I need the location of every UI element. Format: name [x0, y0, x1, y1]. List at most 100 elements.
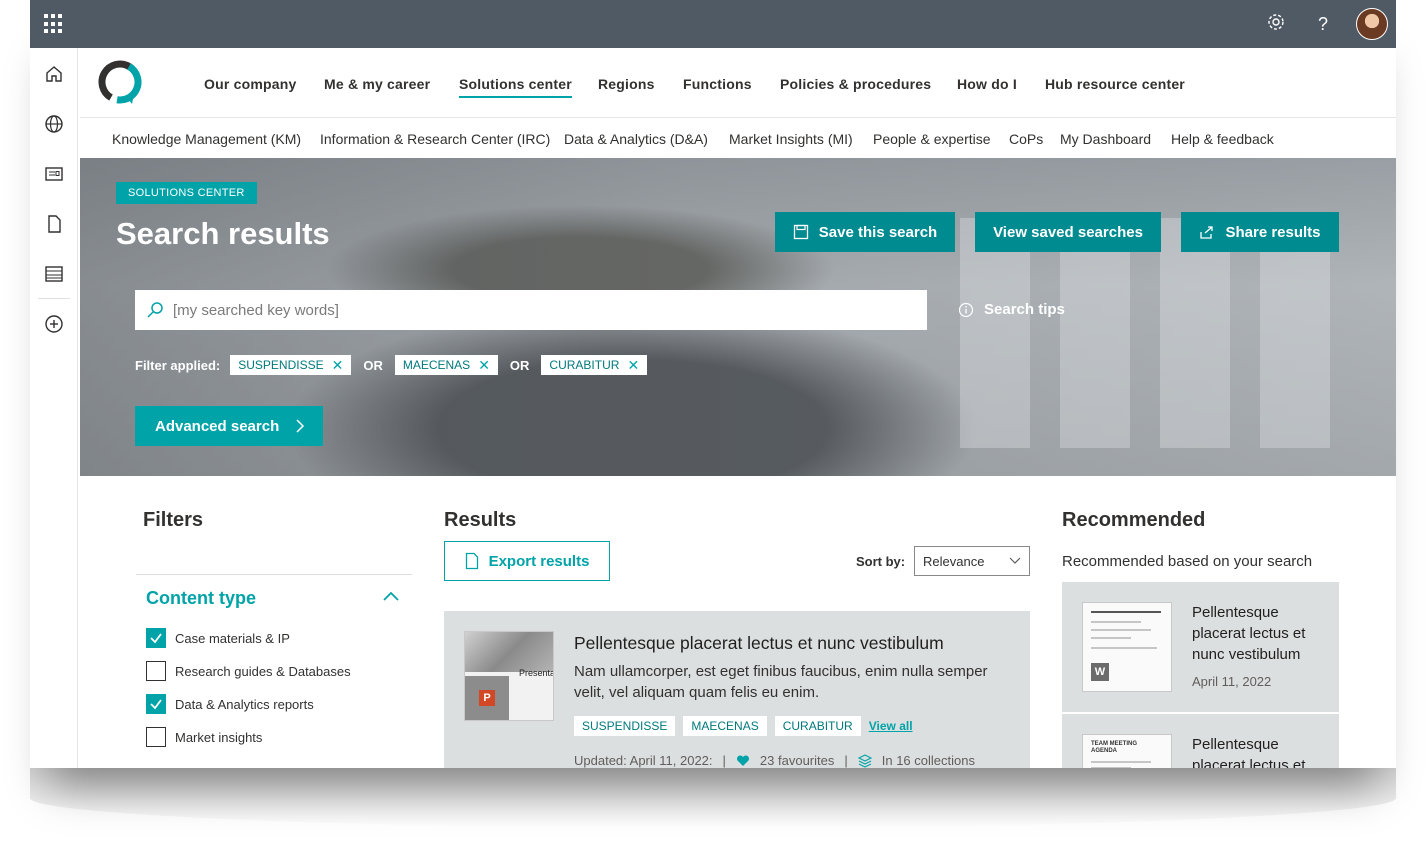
collections-icon[interactable]	[857, 753, 872, 768]
info-icon	[958, 302, 974, 317]
meta-separator: |	[722, 753, 726, 768]
news-icon[interactable]	[44, 164, 64, 184]
close-icon[interactable]: ✕	[332, 358, 344, 372]
tag[interactable]: MAECENAS	[683, 716, 767, 736]
filter-option[interactable]: Case materials & IP	[146, 628, 290, 648]
recommended-card[interactable]: W Pellentesque placerat lectus et nunc v…	[1062, 582, 1339, 712]
result-tags: SUSPENDISSE MAECENAS CURABITUR View all	[574, 716, 913, 736]
save-search-button[interactable]: Save this search	[775, 212, 955, 252]
chip-label: CURABITUR	[549, 358, 620, 372]
close-icon[interactable]: ✕	[478, 358, 490, 372]
hubnav-item-policies[interactable]: Policies & procedures	[780, 76, 931, 92]
recommended-title[interactable]: Pellentesque placerat lectus et nunc ves…	[1192, 602, 1332, 665]
globe-icon[interactable]	[44, 114, 64, 134]
filter-option-label: Case materials & IP	[175, 630, 290, 646]
filter-option[interactable]: Data & Analytics reports	[146, 694, 314, 714]
subnav-item-km[interactable]: Knowledge Management (KM)	[112, 131, 301, 147]
section-badge: SOLUTIONS CENTER	[116, 182, 257, 204]
subnav-item-help[interactable]: Help & feedback	[1171, 131, 1274, 147]
hubnav-item-hub-resource-center[interactable]: Hub resource center	[1045, 76, 1185, 92]
hero-banner: SOLUTIONS CENTER Search results Save thi…	[80, 158, 1396, 476]
logo[interactable]	[96, 58, 144, 106]
hubnav-item-our-company[interactable]: Our company	[204, 76, 296, 92]
divider	[136, 574, 412, 575]
hubnav-item-how-do-i[interactable]: How do I	[957, 76, 1017, 92]
recommended-title[interactable]: Pellentesque placerat lectus et	[1192, 734, 1332, 768]
subnav-item-da[interactable]: Data & Analytics (D&A)	[564, 131, 708, 147]
share-icon	[1200, 226, 1214, 239]
checkbox[interactable]	[146, 628, 166, 648]
close-icon[interactable]: ✕	[627, 358, 639, 372]
meta-separator: |	[844, 753, 848, 768]
app-window: ? Our company Me & my career Solutions c…	[30, 0, 1396, 768]
advanced-search-label: Advanced search	[155, 417, 280, 435]
hubnav-item-me-my-career[interactable]: Me & my career	[324, 76, 430, 92]
chevron-down-icon	[1009, 557, 1021, 564]
filter-chip[interactable]: MAECENAS ✕	[394, 355, 498, 375]
view-saved-searches-button[interactable]: View saved searches	[975, 212, 1161, 252]
subnav-item-irc[interactable]: Information & Research Center (IRC)	[320, 131, 550, 147]
add-icon[interactable]	[44, 314, 64, 334]
filter-chip[interactable]: CURABITUR ✕	[541, 355, 648, 375]
app-launcher-icon[interactable]	[44, 14, 64, 34]
tag[interactable]: CURABITUR	[774, 716, 861, 736]
word-icon: W	[1091, 663, 1109, 681]
hubnav-item-solutions-center[interactable]: Solutions center	[459, 76, 572, 98]
result-card[interactable]: P Presenta Pellentesque placerat lectus …	[444, 611, 1030, 768]
view-all-link[interactable]: View all	[869, 719, 913, 733]
search-tips-link[interactable]: Search tips	[958, 301, 1065, 318]
view-saved-label: View saved searches	[993, 223, 1143, 241]
hub-navigation: Our company Me & my career Solutions cen…	[80, 48, 1396, 118]
home-icon[interactable]	[44, 64, 64, 84]
save-icon	[793, 224, 808, 240]
background-window	[1260, 218, 1330, 448]
heart-icon[interactable]	[736, 754, 750, 767]
page-title: Search results	[116, 216, 330, 251]
checkbox[interactable]	[146, 694, 166, 714]
gear-icon[interactable]	[1264, 12, 1288, 36]
result-thumbnail[interactable]: P Presenta	[464, 631, 554, 721]
hubnav-item-regions[interactable]: Regions	[598, 76, 655, 92]
filter-option[interactable]: Research guides & Databases	[146, 661, 351, 681]
filter-option-label: Research guides & Databases	[175, 663, 351, 679]
thumbnail-title: Presenta	[519, 668, 554, 678]
recommended-heading: Recommended	[1062, 509, 1206, 531]
filter-option[interactable]: Market insights	[146, 727, 262, 747]
filter-option-label: Market insights	[175, 729, 263, 745]
updated-date: Updated: April 11, 2022:	[574, 753, 713, 768]
subnav-item-dashboard[interactable]: My Dashboard	[1060, 131, 1151, 147]
list-icon[interactable]	[44, 264, 64, 284]
subnav-item-people[interactable]: People & expertise	[873, 131, 991, 147]
save-search-label: Save this search	[818, 223, 938, 241]
suite-bar: ?	[30, 0, 1396, 48]
background-window	[1160, 218, 1230, 448]
window-shadow	[30, 768, 1396, 828]
sort-label: Sort by:	[856, 554, 906, 569]
applied-filters: Filter applied: SUSPENDISSE ✕ OR MAECENAS…	[135, 355, 648, 375]
share-results-button[interactable]: Share results	[1181, 212, 1339, 252]
search-icon	[147, 302, 163, 318]
recommended-card[interactable]: TEAM MEETING AGENDA Pellentesque placera…	[1062, 714, 1339, 768]
result-description: Nam ullamcorper, est eget finibus faucib…	[574, 663, 988, 701]
checkbox[interactable]	[146, 727, 166, 747]
help-icon[interactable]: ?	[1311, 12, 1335, 36]
avatar[interactable]	[1356, 8, 1388, 40]
thumbnail-photo	[465, 632, 553, 672]
advanced-search-button[interactable]: Advanced search	[135, 406, 323, 446]
export-results-button[interactable]: Export results	[444, 541, 610, 581]
hubnav-item-functions[interactable]: Functions	[683, 76, 752, 92]
document-icon[interactable]	[44, 214, 64, 234]
checkbox[interactable]	[146, 661, 166, 681]
subnav-item-mi[interactable]: Market Insights (MI)	[729, 131, 853, 147]
recommended-subheading: Recommended based on your search	[1062, 553, 1313, 570]
search-input[interactable]	[173, 301, 913, 319]
filter-chip[interactable]: SUSPENDISSE ✕	[230, 355, 352, 375]
tag[interactable]: SUSPENDISSE	[574, 716, 676, 736]
subnav-item-cops[interactable]: CoPs	[1009, 131, 1043, 147]
chevron-up-icon[interactable]	[382, 590, 400, 602]
chevron-right-icon	[296, 419, 305, 433]
sort-dropdown[interactable]: Relevance	[914, 546, 1030, 576]
sort-value: Relevance	[923, 553, 985, 569]
content-type-heading[interactable]: Content type	[146, 588, 256, 609]
result-title[interactable]: Pellentesque placerat lectus et nunc ves…	[574, 633, 944, 654]
